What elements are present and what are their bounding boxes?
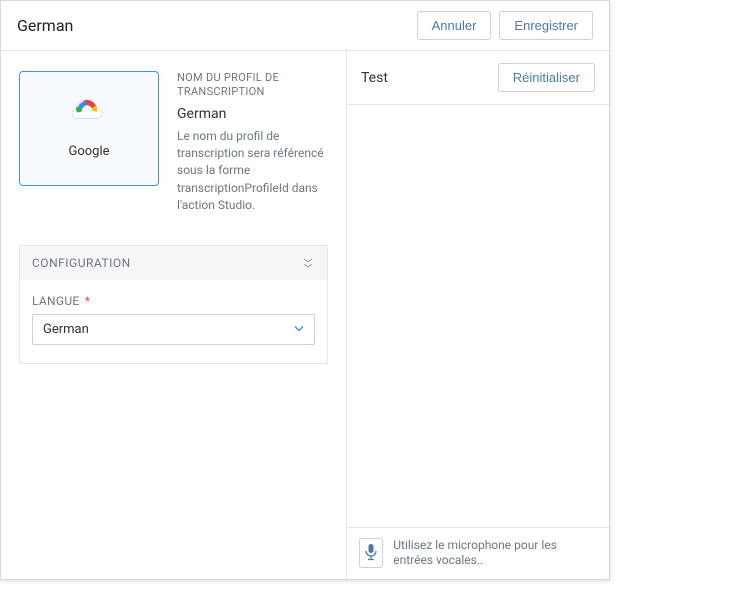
provider-card-label: Google [68, 144, 109, 159]
profile-name-value: German [177, 106, 328, 122]
profile-row: Google NOM DU PROFIL DE TRANSCRIPTION Ge… [19, 71, 328, 215]
profile-name-label: NOM DU PROFIL DE TRANSCRIPTION [177, 71, 328, 100]
save-button[interactable]: Enregistrer [499, 11, 593, 40]
reset-button[interactable]: Réinitialiser [498, 63, 595, 92]
test-panel-header: Test Réinitialiser [347, 51, 609, 105]
microphone-hint: Utilisez le microphone pour les entrées … [393, 538, 597, 569]
configuration-section-title: CONFIGURATION [32, 256, 131, 270]
header-actions: Annuler Enregistrer [417, 11, 593, 40]
language-field-label: LANGUE * [32, 294, 315, 308]
test-panel-body [347, 105, 609, 527]
test-panel-footer: Utilisez le microphone pour les entrées … [347, 527, 609, 579]
microphone-button[interactable] [359, 538, 383, 568]
chevron-collapse-icon [301, 256, 315, 270]
profile-name-description: Le nom du profil de transcription sera r… [177, 128, 328, 215]
language-label-text: LANGUE [32, 294, 80, 308]
dialog-body: Google NOM DU PROFIL DE TRANSCRIPTION Ge… [1, 51, 609, 579]
provider-card-google[interactable]: Google [19, 71, 159, 186]
profile-meta: NOM DU PROFIL DE TRANSCRIPTION German Le… [177, 71, 328, 215]
language-select[interactable]: German [32, 314, 315, 345]
configuration-section-header[interactable]: CONFIGURATION [20, 246, 327, 280]
test-panel: Test Réinitialiser Utilisez le microp [346, 51, 609, 579]
configuration-section: CONFIGURATION LANGUE * German [19, 245, 328, 364]
page-title: German [17, 16, 73, 35]
google-cloud-icon [72, 98, 106, 130]
configuration-section-body: LANGUE * German [20, 280, 327, 363]
dialog-header: German Annuler Enregistrer [1, 1, 609, 51]
dialog-panel: German Annuler Enregistrer [0, 0, 610, 580]
language-select-value: German [32, 314, 315, 345]
left-column: Google NOM DU PROFIL DE TRANSCRIPTION Ge… [1, 51, 346, 579]
microphone-icon [364, 543, 378, 564]
test-panel-title: Test [361, 70, 388, 86]
required-asterisk: * [82, 294, 91, 308]
cancel-button[interactable]: Annuler [417, 11, 492, 40]
